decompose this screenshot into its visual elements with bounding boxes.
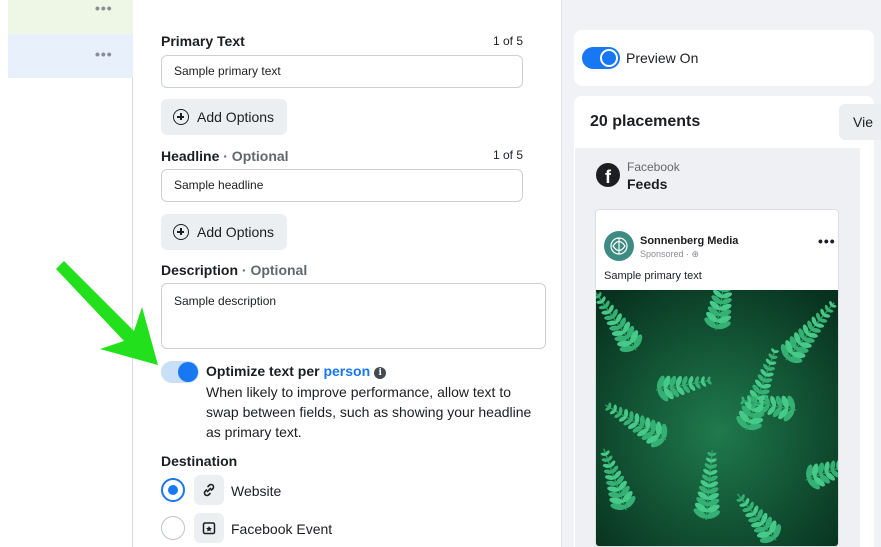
info-icon[interactable]: i — [374, 367, 387, 379]
toggle-knob — [600, 49, 618, 67]
description-label: Description · Optional — [161, 262, 307, 278]
primary-text-counter: 1 of 5 — [493, 34, 524, 48]
platform-label: Facebook — [627, 160, 680, 174]
globe-icon: ⊕ — [691, 249, 700, 259]
destination-website-radio[interactable] — [161, 478, 185, 502]
post-primary-text: Sample primary text — [604, 270, 702, 282]
add-options-button[interactable]: Add Options — [161, 99, 287, 135]
optimize-title-text: Optimize text per — [206, 363, 324, 379]
preview-toggle[interactable] — [582, 47, 620, 69]
rail-row[interactable]: ••• — [8, 0, 133, 34]
more-options-icon[interactable]: ••• — [95, 0, 113, 16]
link-icon — [194, 475, 224, 505]
ad-post-preview: Sonnenberg Media Sponsored · ⊕ ••• Sampl… — [595, 209, 839, 547]
post-more-icon[interactable]: ••• — [818, 233, 836, 249]
post-image — [596, 290, 838, 546]
placement-position-label: Feeds — [627, 176, 668, 192]
destination-event-radio[interactable] — [161, 516, 185, 540]
description-input[interactable]: Sample description — [161, 283, 546, 349]
headline-label-text: Headline — [161, 148, 220, 164]
preview-toggle-label: Preview On — [626, 50, 699, 66]
headline-label: Headline · Optional — [161, 148, 289, 164]
description-label-text: Description — [161, 262, 239, 278]
person-link[interactable]: person — [323, 363, 370, 379]
event-icon — [194, 513, 224, 543]
optional-tag: · Optional — [219, 148, 289, 164]
sponsored-text: Sponsored · — [640, 249, 692, 259]
sponsored-label: Sponsored · ⊕ — [640, 249, 699, 260]
view-all-button[interactable]: Vie — [839, 104, 881, 140]
rail-row-selected[interactable]: ••• — [8, 34, 133, 78]
destination-label: Destination — [161, 453, 238, 469]
destination-event-label: Facebook Event — [231, 521, 333, 537]
headline-counter: 1 of 5 — [493, 148, 524, 162]
headline-input[interactable]: Sample headline — [161, 169, 523, 202]
ad-text-editor: Primary Text 1 of 5 Sample primary text … — [134, 0, 561, 547]
page-avatar — [604, 231, 634, 261]
add-options-button[interactable]: Add Options — [161, 214, 287, 250]
optional-tag: · Optional — [238, 262, 308, 278]
toggle-knob — [179, 363, 197, 381]
plus-circle-icon — [173, 224, 189, 240]
add-options-label: Add Options — [197, 224, 275, 240]
destination-website-label: Website — [231, 483, 282, 499]
more-options-icon[interactable]: ••• — [95, 46, 113, 62]
optimize-text-description: When likely to improve performance, allo… — [206, 384, 532, 440]
page-name: Sonnenberg Media — [640, 235, 739, 247]
primary-text-label: Primary Text — [161, 33, 245, 49]
add-options-label: Add Options — [197, 109, 275, 125]
primary-text-input[interactable]: Sample primary text — [161, 55, 523, 88]
facebook-logo-icon: f — [596, 163, 620, 187]
plus-circle-icon — [173, 109, 189, 125]
green-arrow-annotation — [56, 261, 158, 365]
optimize-text-title: Optimize text per person i — [206, 363, 387, 379]
placements-title: 20 placements — [590, 113, 701, 130]
optimize-text-toggle[interactable] — [161, 361, 199, 383]
